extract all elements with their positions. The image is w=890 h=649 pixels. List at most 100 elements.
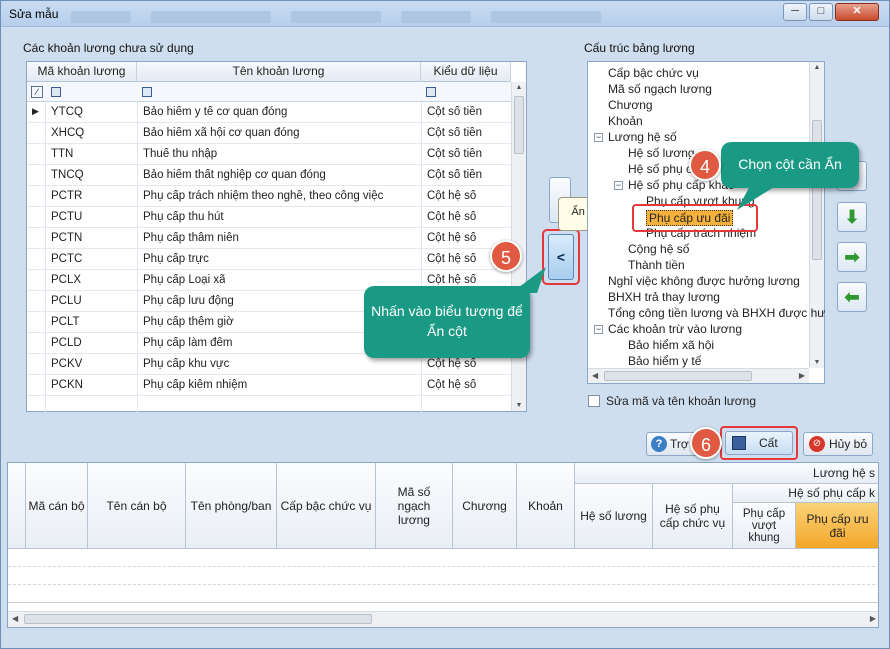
table-cell: PCKV: [51, 358, 83, 370]
tree-item[interactable]: Khoản: [608, 114, 643, 128]
step-badge: 6: [690, 427, 722, 459]
tree-item[interactable]: Cộng hệ số: [628, 242, 689, 256]
group-header-salary: Lương hệ s: [575, 463, 878, 484]
table-cell: PCLD: [51, 337, 82, 349]
empty-row[interactable]: [8, 585, 878, 603]
collapse-icon[interactable]: −: [614, 181, 623, 190]
tree-item[interactable]: Thành tiền: [628, 258, 685, 272]
col-header[interactable]: Khoản: [517, 463, 575, 549]
right-group-title: Cấu trúc bảng lương: [584, 41, 695, 55]
table-cell: Phụ cấp lưu động: [143, 295, 234, 307]
col-header[interactable]: Mã cán bộ: [26, 463, 88, 549]
table-row[interactable]: ▶ YTCQ Bảo hiểm y tế cơ quan đóng Cột số ti…: [27, 102, 511, 123]
table-cell: Phụ cấp kiêm nhiệm: [143, 379, 248, 391]
tree-item[interactable]: Mã số ngạch lương: [608, 82, 712, 96]
floppy-disk-icon: [732, 436, 746, 450]
table-cell: Thuế thu nhập: [143, 148, 218, 160]
scroll-thumb[interactable]: [24, 614, 372, 624]
table-cell: Cột số tiền: [427, 127, 482, 139]
table-row[interactable]: PCTR Phụ cấp trách nhiệm theo nghề, theo …: [27, 186, 511, 207]
tree-item[interactable]: Lương hệ số: [608, 130, 677, 144]
empty-row[interactable]: [8, 549, 878, 567]
row-indicator-header: [8, 463, 26, 549]
filter-row[interactable]: ⁄: [27, 82, 511, 102]
col-header[interactable]: Chương: [453, 463, 517, 549]
tree-item[interactable]: Bảo hiểm y tế: [628, 354, 701, 368]
col-header[interactable]: Tên cán bộ: [88, 463, 186, 549]
move-right-icon[interactable]: ➡: [837, 242, 867, 272]
table-cell: Cột hệ số: [427, 190, 477, 202]
cancel-button[interactable]: ⊘ Hủy bỏ: [803, 432, 873, 456]
grid-hscrollbar[interactable]: ◀ ▶: [8, 611, 878, 627]
table-cell: Phụ cấp thêm giờ: [143, 316, 234, 328]
table-row[interactable]: PCTN Phụ cấp thâm niên Cột hệ số: [27, 228, 511, 249]
col-header[interactable]: Cấp bậc chức vụ: [277, 463, 376, 549]
save-button[interactable]: Cất: [725, 431, 793, 455]
collapse-icon[interactable]: −: [594, 325, 603, 334]
table-cell: Bảo hiểm xã hội cơ quan đóng: [143, 127, 300, 139]
tree-item[interactable]: Các khoản trừ vào lương: [608, 322, 742, 336]
col-header-type[interactable]: Kiểu dữ liệu: [421, 62, 511, 82]
scroll-thumb[interactable]: [514, 96, 524, 154]
table-cell: Phụ cấp thâm niên: [143, 232, 239, 244]
table-row[interactable]: PCTC Phụ cấp trực Cột hệ số: [27, 249, 511, 270]
tree-item[interactable]: Cấp bậc chức vụ: [608, 66, 699, 80]
maximize-button[interactable]: □: [809, 3, 833, 21]
filter-icon[interactable]: [51, 87, 61, 97]
hide-column-button[interactable]: <: [548, 234, 574, 280]
table-cell: Bảo hiểm thất nghiệp cơ quan đóng: [143, 169, 326, 181]
table-cell: Cột hệ số: [427, 232, 477, 244]
table-cell: Cột hệ số: [427, 253, 477, 265]
minimize-button[interactable]: ─: [783, 3, 807, 21]
col-header-selected[interactable]: Phụ cấp ưu đãi: [796, 503, 878, 549]
table-cell: Cột hệ số: [427, 379, 477, 391]
filter-icon[interactable]: [142, 87, 152, 97]
tree-hscrollbar[interactable]: ◀ ▶: [588, 368, 809, 383]
col-header-name[interactable]: Tên khoản lương: [137, 62, 421, 82]
filter-clear-icon[interactable]: ⁄: [31, 86, 43, 98]
col-header[interactable]: Hệ số phụ cấp chức vụ: [653, 484, 733, 549]
empty-row[interactable]: [8, 567, 878, 585]
move-down-icon[interactable]: ⬇: [837, 202, 867, 232]
tree-vscrollbar[interactable]: ▲ ▼: [809, 62, 824, 368]
tree-item[interactable]: Chương: [608, 98, 653, 112]
table-cell: Phụ cấp làm đêm: [143, 337, 233, 349]
dialog-window: Sửa mẫu ─ □ ✕ Các khoản lương chưa sử dụ…: [0, 0, 890, 649]
tree-item[interactable]: Tổng công tiền lương và BHXH được hư: [608, 306, 825, 320]
help-icon: ?: [651, 436, 667, 452]
table-row[interactable]: TTN Thuế thu nhập Cột số tiền: [27, 144, 511, 165]
table-row[interactable]: PCKN Phụ cấp kiêm nhiệm Cột hệ số: [27, 375, 511, 396]
table-cell: YTCQ: [51, 106, 83, 118]
salary-structure-tree: ▲ ▼ ◀ ▶ Cấp bậc chức vụ Mã số ngạch lương…: [587, 61, 825, 384]
tree-item[interactable]: Hệ số phụ cấp khác: [628, 178, 734, 192]
tree-item[interactable]: Nghỉ việc không được hưởng lương: [608, 274, 800, 288]
grid-line: [137, 102, 138, 412]
col-header[interactable]: Tên phòng/ban: [186, 463, 277, 549]
current-row-indicator-icon: ▶: [32, 106, 39, 116]
tree-item[interactable]: Hệ số phụ c: [628, 162, 692, 176]
table-cell: Phụ cấp khu vực: [143, 358, 230, 370]
col-header[interactable]: Hệ số lương: [575, 484, 653, 549]
table-row[interactable]: PCTU Phụ cấp thu hút Cột hệ số: [27, 207, 511, 228]
col-header[interactable]: Phụ cấp vượt khung: [733, 503, 796, 549]
table-row[interactable]: TNCQ Bảo hiểm thất nghiệp cơ quan đóng Cột…: [27, 165, 511, 186]
tree-item[interactable]: Hệ số lương: [628, 146, 695, 160]
close-button[interactable]: ✕: [835, 3, 879, 21]
tree-item[interactable]: BHXH trả thay lương: [608, 290, 720, 304]
table-row[interactable]: XHCQ Bảo hiểm xã hội cơ quan đóng Cột số t…: [27, 123, 511, 144]
blurred-toolbar: [401, 11, 471, 23]
edit-code-checkbox[interactable]: [588, 395, 600, 407]
move-left-icon[interactable]: ⬅: [837, 282, 867, 312]
scroll-thumb[interactable]: [812, 120, 822, 260]
tree-item[interactable]: Bảo hiểm xã hội: [628, 338, 714, 352]
blurred-toolbar: [71, 11, 131, 23]
col-header-code[interactable]: Mã khoản lương: [27, 62, 137, 82]
table-cell: Phụ cấp thu hút: [143, 211, 224, 223]
collapse-icon[interactable]: −: [594, 133, 603, 142]
table-cell: Bảo hiểm y tế cơ quan đóng: [143, 106, 288, 118]
scroll-thumb[interactable]: [604, 371, 752, 381]
filter-icon[interactable]: [426, 87, 436, 97]
edit-code-label: Sửa mã và tên khoản lương: [606, 394, 757, 408]
col-header[interactable]: Mã số ngạch lương: [376, 463, 453, 549]
group-header-allowance: Hệ số phụ cấp k: [733, 484, 878, 503]
